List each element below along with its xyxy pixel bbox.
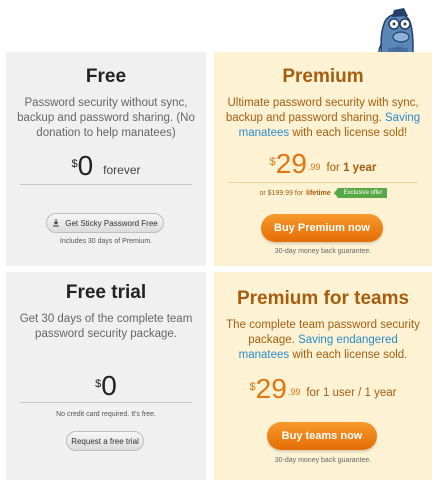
plan-description: Password security without sync, backup a… bbox=[17, 97, 195, 139]
price-amount: 0 bbox=[77, 150, 94, 181]
alt-term: lifetime bbox=[306, 189, 331, 197]
price-amount: 0 bbox=[101, 370, 117, 401]
description-text: with each license sold! bbox=[289, 127, 408, 139]
trial-note: No credit card required. It's free. bbox=[56, 411, 156, 418]
plan-title: Free bbox=[85, 66, 127, 87]
price: $ 0 forever bbox=[6, 152, 206, 180]
price-amount: 29 bbox=[275, 148, 307, 179]
premium-plan-card: Premium Ultimate password security with … bbox=[214, 52, 432, 266]
price-cents: .99 bbox=[307, 162, 321, 172]
premium-teams-card: Premium for teams The complete team pass… bbox=[214, 272, 432, 480]
price: $ 29 .99 for 1 user / 1 year bbox=[214, 375, 432, 403]
plan-description: Ultimate password security with sync, ba… bbox=[224, 96, 422, 141]
period-prefix: for bbox=[326, 162, 344, 174]
lifetime-offer: or $199.99 for lifetime Exclusive offer bbox=[214, 188, 432, 198]
exclusive-offer-badge: Exclusive offer bbox=[333, 188, 387, 198]
request-trial-button[interactable]: Request a free trial bbox=[66, 431, 144, 451]
period-term: 1 year bbox=[343, 162, 377, 174]
plan-title: Premium for teams bbox=[236, 288, 410, 309]
description-text: with each license sold. bbox=[289, 349, 408, 361]
download-icon bbox=[53, 219, 60, 227]
free-note: Includes 30 days of Premium. bbox=[59, 238, 153, 245]
plan-description: Get 30 days of the complete team passwor… bbox=[19, 313, 193, 340]
price-amount: 29 bbox=[255, 373, 287, 404]
price: $ 29 .99 for 1 year bbox=[214, 150, 432, 178]
plan-description: The complete team password security pack… bbox=[224, 318, 422, 363]
guarantee-note: 30-day money back guarantee. bbox=[274, 248, 372, 255]
free-trial-card: Free trial Get 30 days of the complete t… bbox=[6, 272, 206, 480]
price-cents: .99 bbox=[287, 387, 301, 397]
get-free-button[interactable]: Get Sticky Password Free bbox=[46, 213, 164, 233]
plan-title: Free trial bbox=[65, 282, 147, 303]
price-period: forever bbox=[103, 163, 141, 177]
buy-teams-button[interactable]: Buy teams now bbox=[267, 422, 377, 450]
price: $ 0 bbox=[6, 372, 206, 400]
free-plan-card: Free Password security without sync, bac… bbox=[6, 52, 206, 266]
price-period: for 1 user / 1 year bbox=[306, 387, 397, 399]
buy-premium-button[interactable]: Buy Premium now bbox=[261, 214, 383, 242]
divider bbox=[20, 402, 192, 403]
guarantee-note: 30-day money back guarantee. bbox=[274, 457, 372, 464]
alt-price: or $199.99 for bbox=[259, 189, 304, 197]
plan-title: Premium bbox=[282, 66, 364, 87]
price-period: for 1 year bbox=[326, 162, 376, 174]
divider bbox=[20, 184, 192, 185]
divider bbox=[228, 182, 418, 183]
get-free-button-label: Get Sticky Password Free bbox=[65, 218, 158, 228]
